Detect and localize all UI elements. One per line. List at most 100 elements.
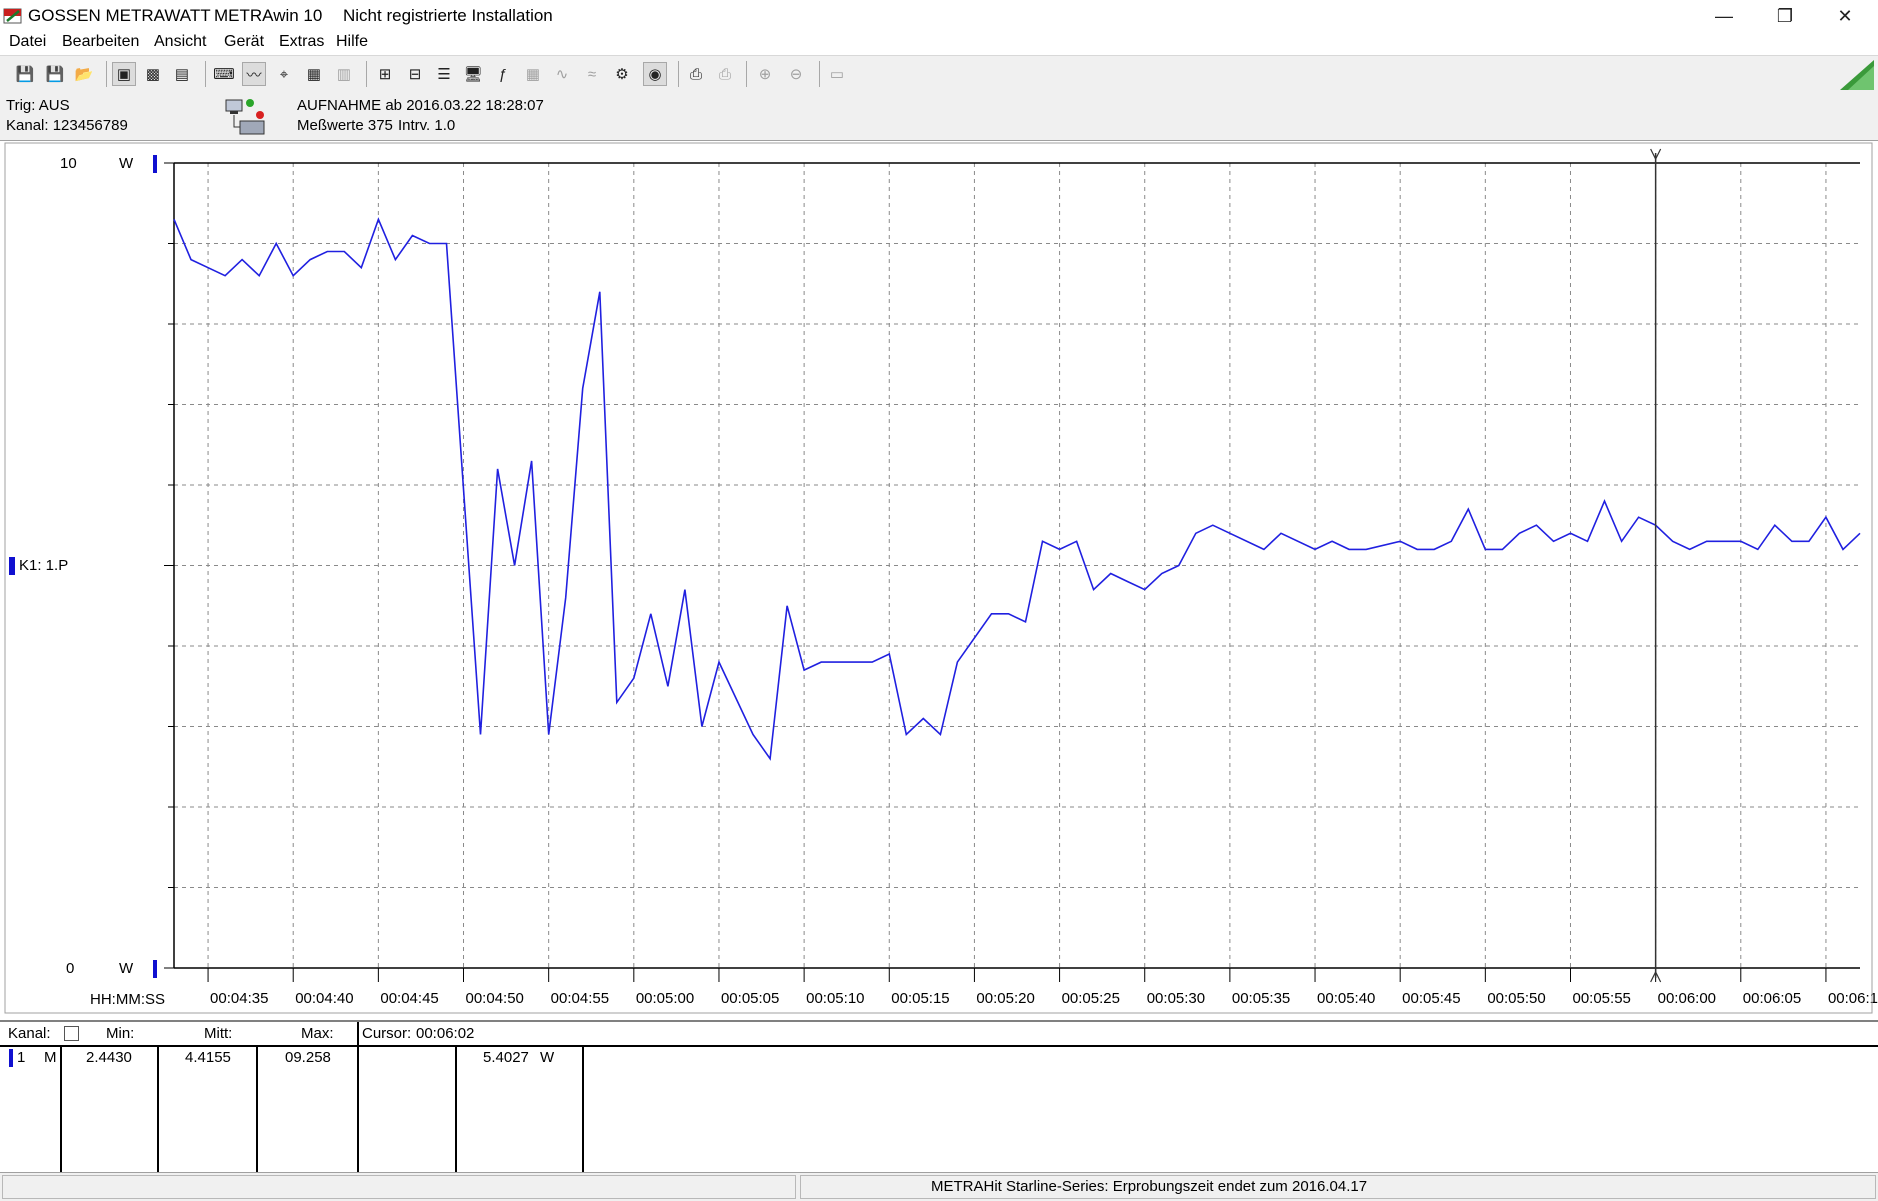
toolbar-separator	[205, 61, 206, 87]
info-bar: Trig: AUS Kanal: 123456789 AUFNAHME ab 2…	[0, 93, 1878, 141]
y-min-label: 0	[66, 960, 75, 977]
stats-max-value: 09.258	[285, 1049, 331, 1066]
minimize-button[interactable]: —	[1697, 0, 1751, 32]
stats-min-value: 2.4430	[86, 1049, 132, 1066]
x-tick-label: 00:04:50	[466, 990, 524, 1007]
device-stop-icon[interactable]: ▩	[141, 62, 165, 86]
y-max-channel-marker	[153, 155, 157, 173]
gossen-logo-icon	[3, 8, 22, 24]
stats-column-divider	[582, 1045, 584, 1190]
monitor-icon[interactable]: 🖥	[461, 62, 485, 86]
stats-column-divider	[60, 1045, 62, 1190]
open-icon[interactable]: 📂	[72, 62, 96, 86]
gauge-icon[interactable]: ◉	[643, 62, 667, 86]
x-tick-label: 00:05:40	[1317, 990, 1375, 1007]
brand-title: GOSSEN METRAWATT	[28, 6, 211, 25]
status-pane-left	[2, 1175, 796, 1199]
stats-column-divider	[357, 1022, 359, 1190]
table-icon[interactable]: ▦	[302, 62, 326, 86]
list-icon[interactable]: ☰	[432, 62, 456, 86]
stats-checkbox[interactable]	[64, 1026, 79, 1041]
stats-column-divider	[455, 1045, 457, 1190]
series-line	[173, 217, 1861, 761]
series-color-marker	[9, 557, 15, 575]
series-label: K1: 1.P	[19, 557, 69, 574]
menu-extras[interactable]: Extras	[279, 33, 324, 51]
device-read-icon[interactable]: ▣	[112, 62, 136, 86]
settings-icon[interactable]: ⚙	[610, 62, 634, 86]
toolbar: 💾 💾 📂 ▣ ▩ ▤ ⌨ 〰 ⌖ ▦ ▥ ⊞ ⊟ ☰ 🖥 ƒ ▦ ∿ ≈ ⚙ …	[0, 55, 1878, 94]
stats-mode: M	[44, 1049, 57, 1066]
waveform-icon[interactable]: 〰	[242, 62, 266, 86]
x-tick-label: 00:05:25	[1062, 990, 1120, 1007]
function-icon[interactable]: ƒ	[491, 62, 515, 86]
registration-title: Nicht registrierte Installation	[343, 6, 553, 25]
stats-mean-value: 4.4155	[185, 1049, 231, 1066]
data-icon[interactable]: ⊟	[403, 62, 427, 86]
zoom-in-icon[interactable]: ⊕	[753, 62, 777, 86]
x-tick-label: 00:05:30	[1147, 990, 1205, 1007]
x-tick-label: 00:04:40	[295, 990, 353, 1007]
crosshair-icon[interactable]: ⌖	[272, 62, 296, 86]
x-tick-label: 00:04:35	[210, 990, 268, 1007]
stats-cursor-time: 00:06:02	[416, 1025, 475, 1042]
stats-row-color	[9, 1049, 13, 1067]
comment-icon[interactable]: ▭	[825, 62, 849, 86]
histogram-icon[interactable]: ▥	[332, 62, 356, 86]
menu-geraet[interactable]: Gerät	[224, 33, 264, 51]
menu-hilfe[interactable]: Hilfe	[336, 33, 368, 51]
measure-icon[interactable]: ⊞	[373, 62, 397, 86]
stats-header-channel: Kanal:	[8, 1025, 51, 1042]
x-tick-label: 00:05:35	[1232, 990, 1290, 1007]
interval: Intrv. 1.0	[398, 117, 456, 134]
x-tick-label: 00:06:00	[1658, 990, 1716, 1007]
recording-start: AUFNAHME ab 2016.03.22 18:28:07	[297, 97, 544, 114]
trend-chart[interactable]: 00:04:35 00:04:40 00:04:45 00:04:50 00:04:55…	[0, 141, 1878, 1021]
channel-list: Kanal: 123456789	[6, 117, 128, 134]
stats-cursor-unit: W	[540, 1049, 555, 1066]
menu-datei[interactable]: Datei	[9, 33, 46, 51]
print-icon[interactable]: ⎙	[684, 62, 708, 86]
toolbar-separator	[746, 61, 747, 87]
trend-icon[interactable]: ≈	[580, 62, 604, 86]
menu-ansicht[interactable]: Ansicht	[154, 33, 206, 51]
y-min-channel-marker	[153, 960, 157, 978]
trigger-status: Trig: AUS	[6, 97, 70, 114]
keyboard-icon[interactable]: ⌨	[212, 62, 236, 86]
zoom-out-icon[interactable]: ⊖	[784, 62, 808, 86]
y-max-label: 10	[60, 155, 77, 172]
x-tick-label: 00:05:05	[721, 990, 779, 1007]
status-bar: METRAHit Starline-Series: Erprobungszeit…	[0, 1172, 1878, 1201]
device-connection-icon	[225, 99, 265, 135]
close-icon: ✕	[1837, 5, 1853, 26]
status-message: METRAHit Starline-Series: Erprobungszeit…	[931, 1178, 1368, 1195]
restore-icon: ❐	[1776, 5, 1794, 26]
x-tick-label: 00:05:15	[891, 990, 949, 1007]
x-tick-label: 00:05:20	[976, 990, 1034, 1007]
measurement-count: Meßwerte 375	[297, 117, 393, 134]
resize-grip-icon	[1840, 60, 1874, 90]
toolbar-separator	[366, 61, 367, 87]
toolbar-separator	[819, 61, 820, 87]
save-icon[interactable]: 💾	[13, 62, 37, 86]
chart-frame	[4, 142, 1873, 1014]
menu-bearbeiten[interactable]: Bearbeiten	[62, 33, 139, 51]
menu-bar: Datei Bearbeiten Ansicht Gerät Extras Hi…	[0, 32, 1878, 54]
stats-header-divider	[0, 1045, 1878, 1047]
x-axis-label: HH:MM:SS	[90, 991, 165, 1008]
save-as-icon[interactable]: 💾	[43, 62, 67, 86]
print-preview-icon[interactable]: ⎙	[713, 62, 737, 86]
y-max-unit: W	[119, 155, 134, 172]
grid-icon[interactable]: ▦	[521, 62, 545, 86]
chart-area: 00:04:35 00:04:40 00:04:45 00:04:50 00:04:55…	[0, 141, 1878, 1021]
stats-header-mean: Mitt:	[204, 1025, 233, 1042]
statistics-panel: Kanal: Min: Mitt: Max: Cursor: 00:06:02 …	[0, 1020, 1878, 1190]
signal-icon[interactable]: ∿	[550, 62, 574, 86]
x-tick-label: 00:04:55	[551, 990, 609, 1007]
device-export-icon[interactable]: ▤	[170, 62, 194, 86]
minimize-icon: —	[1715, 5, 1733, 26]
restore-button[interactable]: ❐	[1758, 0, 1812, 32]
close-button[interactable]: ✕	[1818, 0, 1872, 32]
toolbar-separator	[106, 61, 107, 87]
x-tick-label: 00:05:00	[636, 990, 694, 1007]
